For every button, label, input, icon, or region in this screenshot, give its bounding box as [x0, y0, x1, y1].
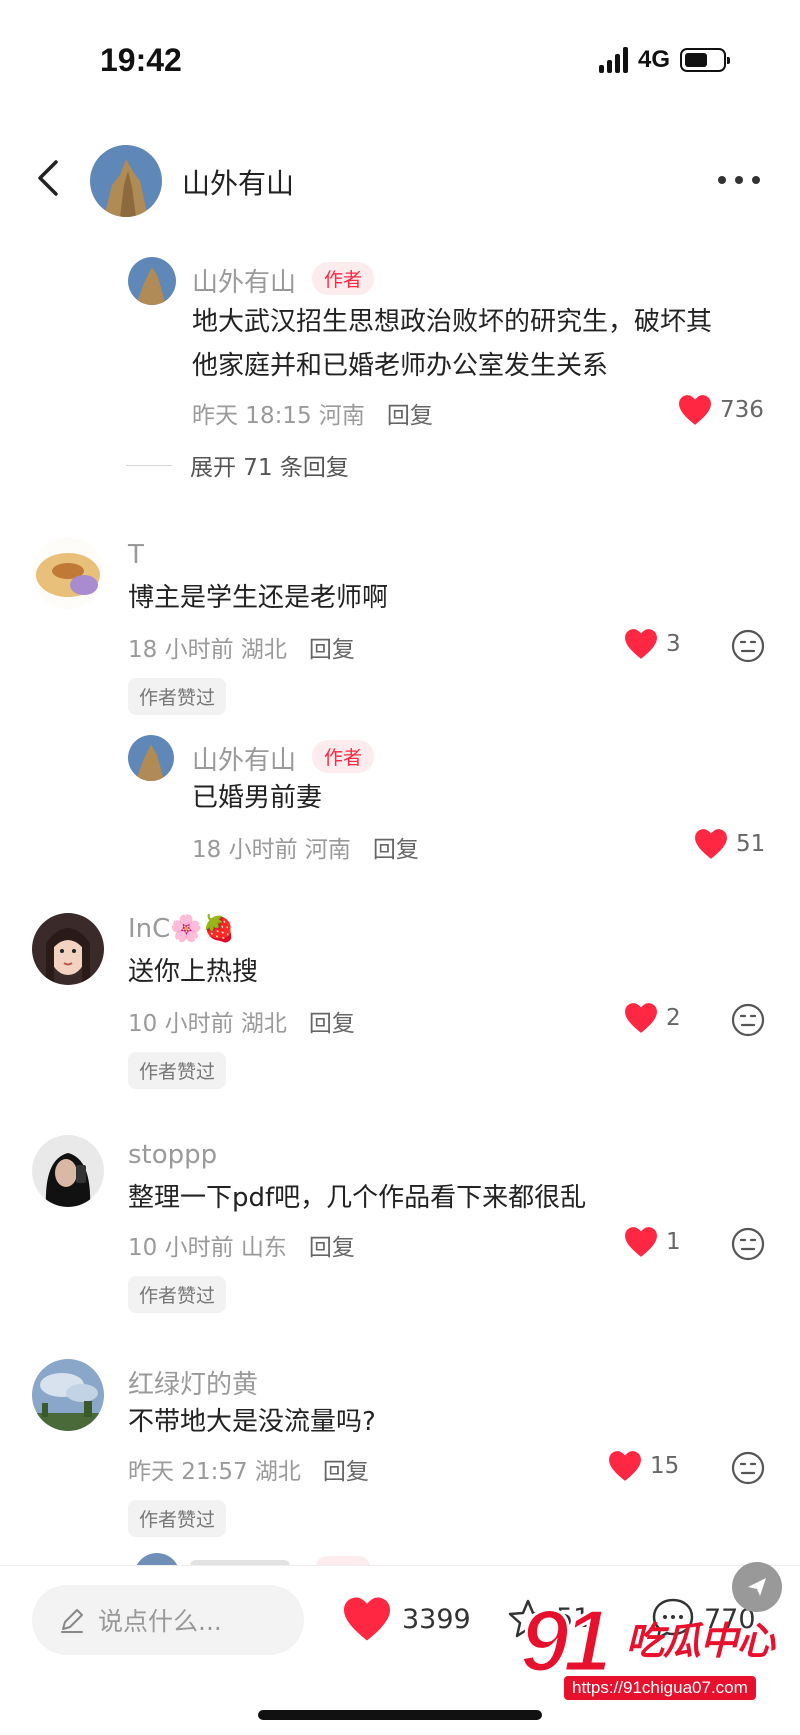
- header-title[interactable]: 山外有山: [182, 162, 294, 202]
- watermark-text: 吃瓜中心: [626, 1619, 775, 1663]
- status-time: 19:42: [100, 42, 182, 78]
- bottom-like-count: 3399: [402, 1603, 471, 1635]
- like-button[interactable]: 2: [624, 1002, 681, 1034]
- comment-meta: 昨天 18:15 河南 回复: [192, 396, 433, 430]
- like-button[interactable]: 15: [608, 1450, 679, 1482]
- comment-input[interactable]: 说点什么...: [32, 1585, 304, 1655]
- pencil-icon: [61, 1609, 83, 1633]
- comment-content-line: 他家庭并和已婚老师办公室发生关系: [192, 351, 609, 381]
- author-liked-tag: 作者赞过: [128, 1276, 227, 1313]
- like-count: 3: [666, 631, 681, 657]
- expand-replies-label[interactable]: 展开 71 条回复: [190, 448, 349, 482]
- comment-username[interactable]: T: [128, 540, 144, 570]
- dislike-icon[interactable]: [730, 1226, 766, 1262]
- like-button[interactable]: 3: [624, 628, 681, 660]
- comment-avatar[interactable]: [32, 537, 104, 609]
- reply-button[interactable]: 回复: [309, 1235, 355, 1261]
- reply-content: 已婚男前妻: [192, 783, 323, 813]
- comment-meta: 10 小时前 湖北 回复: [128, 1004, 355, 1038]
- heart-icon: [609, 1451, 641, 1481]
- like-button[interactable]: 736: [678, 394, 764, 426]
- author-liked-tag: 作者赞过: [128, 1500, 227, 1537]
- heart-icon: [625, 1227, 657, 1257]
- comment-content: 送你上热搜: [128, 957, 259, 987]
- comment-time: 昨天 21:57 湖北: [128, 1459, 301, 1485]
- heart-icon: [625, 629, 657, 659]
- dislike-icon[interactable]: [730, 1450, 766, 1486]
- comment-time: 18 小时前 湖北: [128, 637, 287, 663]
- comment-time: 10 小时前 湖北: [128, 1011, 287, 1037]
- comment-content: 不带地大是没流量吗?: [128, 1407, 376, 1437]
- comment-avatar[interactable]: [32, 1135, 104, 1207]
- author-liked-tag: 作者赞过: [128, 1052, 227, 1089]
- like-count: 51: [736, 831, 766, 857]
- comment-meta: 18 小时前 湖北 回复: [128, 630, 355, 664]
- comment-author-avatar[interactable]: [128, 257, 176, 305]
- comment-meta: 昨天 21:57 湖北 回复: [128, 1452, 369, 1486]
- like-button[interactable]: 51: [694, 828, 765, 860]
- more-icon[interactable]: [718, 176, 760, 184]
- like-button[interactable]: 1: [624, 1226, 681, 1258]
- like-count: 15: [650, 1453, 680, 1479]
- reply-button[interactable]: 回复: [309, 637, 355, 663]
- author-tag: 作者: [312, 740, 375, 773]
- reply-time: 18 小时前 河南: [192, 837, 351, 863]
- network-label: 4G: [637, 46, 670, 73]
- author-tag: 作者: [312, 262, 375, 295]
- signal-icon: [598, 47, 628, 73]
- reply-author-avatar[interactable]: [128, 735, 174, 781]
- like-count: 1: [666, 1229, 681, 1255]
- comment-avatar[interactable]: [32, 1359, 104, 1431]
- heart-icon: [625, 1003, 657, 1033]
- home-indicator: [258, 1710, 542, 1720]
- comment-meta: 10 小时前 山东 回复: [128, 1228, 355, 1262]
- comment-content: 地大武汉招生思想政治败坏的研究生，破坏其 他家庭并和已婚老师办公室发生关系: [192, 300, 752, 388]
- comment-content-line: 地大武汉招生思想政治败坏的研究生，破坏其: [192, 307, 713, 337]
- reply-username[interactable]: 山外有山: [192, 740, 296, 777]
- comment-time: 10 小时前 山东: [128, 1235, 287, 1261]
- heart-icon: [344, 1597, 390, 1641]
- bottom-like-button[interactable]: 3399: [342, 1596, 471, 1642]
- comment-username[interactable]: InC🌸🍓: [128, 914, 235, 944]
- back-icon[interactable]: [32, 158, 66, 198]
- reply-meta: 18 小时前 河南 回复: [192, 830, 419, 864]
- reply-button[interactable]: 回复: [309, 1011, 355, 1037]
- header-avatar[interactable]: [90, 145, 162, 217]
- comment-username[interactable]: 山外有山: [192, 262, 296, 299]
- author-liked-tag: 作者赞过: [128, 678, 227, 715]
- comment-content: 博主是学生还是老师啊: [128, 583, 389, 613]
- comment-content: 整理一下pdf吧，几个作品看下来都很乱: [128, 1183, 587, 1213]
- status-icons: 4G: [598, 46, 730, 74]
- heart-icon: [679, 395, 711, 425]
- like-count: 736: [720, 397, 764, 423]
- reply-button[interactable]: 回复: [323, 1459, 369, 1485]
- expand-replies[interactable]: 展开 71 条回复: [126, 448, 349, 482]
- like-count: 2: [666, 1005, 681, 1031]
- comment-avatar[interactable]: [32, 913, 104, 985]
- reply-button[interactable]: 回复: [387, 403, 433, 429]
- watermark-url: https://91chigua07.com: [564, 1676, 756, 1700]
- comment-username[interactable]: stoppp: [128, 1140, 217, 1170]
- comment-time: 昨天 18:15 河南: [192, 403, 365, 429]
- dislike-icon[interactable]: [730, 1002, 766, 1038]
- battery-icon: [680, 48, 730, 72]
- watermark: 91 吃瓜中心 https://91chigua07.com: [519, 1590, 790, 1706]
- comment-input-placeholder: 说点什么...: [98, 1607, 222, 1636]
- comment-username[interactable]: 红绿灯的黄: [128, 1364, 258, 1401]
- heart-icon: [695, 829, 727, 859]
- reply-button[interactable]: 回复: [373, 837, 419, 863]
- dislike-icon[interactable]: [730, 628, 766, 664]
